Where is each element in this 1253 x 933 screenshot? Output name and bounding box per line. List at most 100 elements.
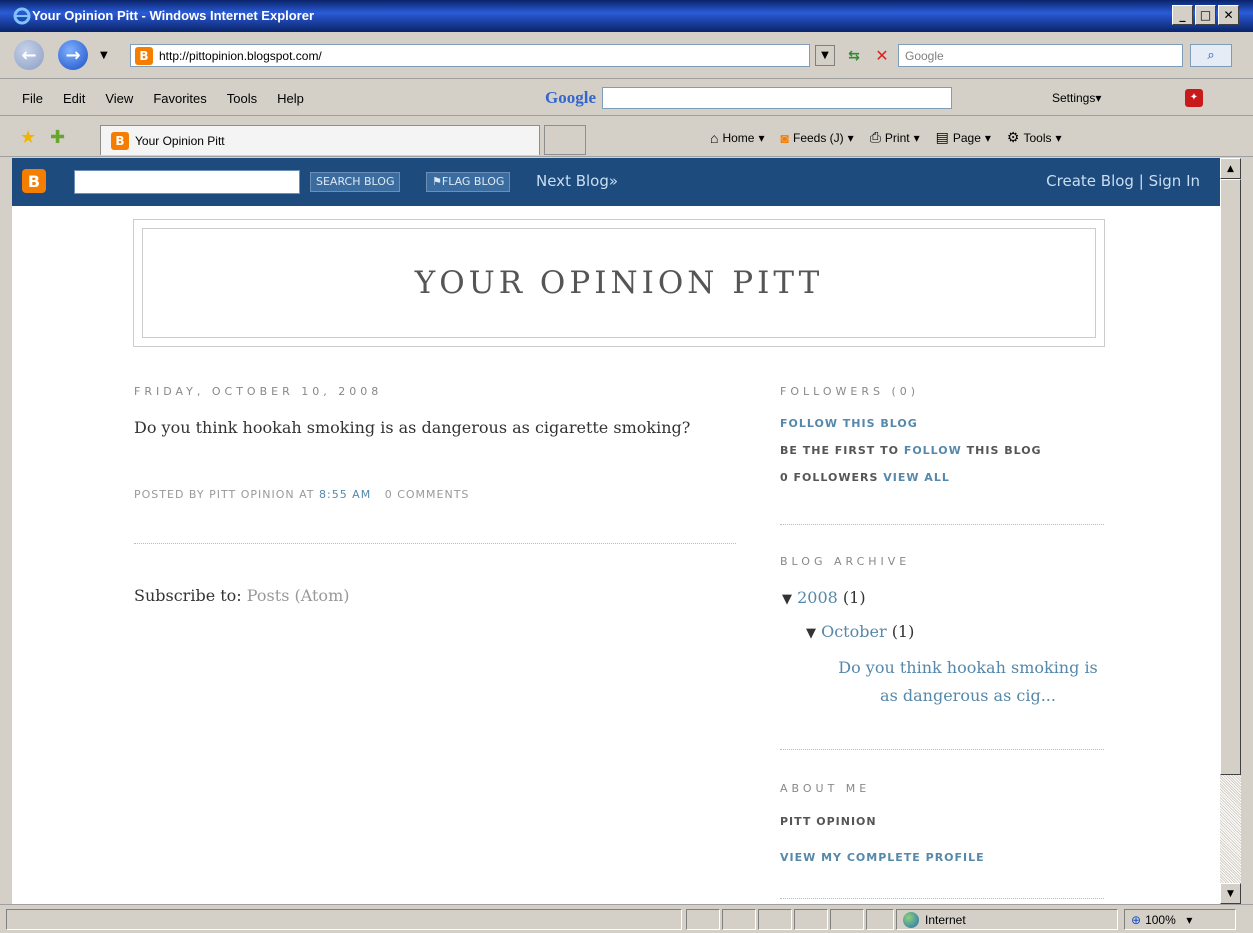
forward-arrow-icon: →: [65, 44, 81, 66]
search-blog-button[interactable]: SEARCH BLOG: [310, 172, 401, 192]
scroll-thumb[interactable]: [1220, 179, 1241, 775]
menu-file[interactable]: File: [22, 91, 43, 106]
status-cell: [686, 909, 720, 930]
triangle-down-icon[interactable]: ▼: [806, 626, 816, 641]
next-blog-link[interactable]: Next Blog»: [536, 172, 618, 190]
nav-separator: |: [1138, 172, 1144, 190]
home-button[interactable]: ⌂ Home ▾: [710, 130, 765, 146]
followers-count: 0 FOLLOWERS VIEW ALL: [780, 471, 950, 484]
google-search-input[interactable]: [602, 87, 952, 109]
triangle-down-icon[interactable]: ▼: [782, 592, 792, 607]
gear-icon: ⚙: [1006, 129, 1020, 145]
vertical-scrollbar[interactable]: ▲ ▼: [1220, 158, 1241, 904]
address-toolbar: ← → ▼ B http://pittopinion.blogspot.com/…: [0, 32, 1253, 79]
print-button[interactable]: ⎙ Print ▾: [870, 129, 920, 146]
history-dropdown-icon[interactable]: ▼: [100, 50, 108, 61]
status-bar: Internet ⊕ 100% ▾: [0, 904, 1253, 933]
archive-month-link[interactable]: October: [821, 622, 887, 641]
menu-view[interactable]: View: [105, 91, 133, 106]
refresh-icon: ⇆: [848, 47, 860, 64]
title-bar: Your Opinion Pitt - Windows Internet Exp…: [0, 0, 1253, 32]
post-divider: [134, 543, 736, 544]
view-all-link[interactable]: VIEW ALL: [883, 471, 950, 484]
add-favorite-icon[interactable]: ✚: [50, 127, 65, 148]
status-cell: [866, 909, 894, 930]
scroll-track[interactable]: [1220, 775, 1241, 883]
subscribe-atom-link[interactable]: Posts (Atom): [247, 586, 350, 605]
blogger-favicon-icon: B: [111, 131, 129, 150]
new-tab-button[interactable]: [544, 125, 586, 155]
window-controls: _ □ ✕: [1170, 5, 1239, 25]
about-name[interactable]: PITT OPINION: [780, 815, 877, 828]
refresh-button[interactable]: ⇆: [842, 44, 866, 67]
blogger-logo-icon[interactable]: B: [22, 169, 46, 193]
tools-button[interactable]: ⚙ Tools ▾: [1007, 129, 1062, 146]
minimize-button[interactable]: _: [1172, 5, 1193, 25]
archive-heading: BLOG ARCHIVE: [780, 555, 911, 568]
menu-edit[interactable]: Edit: [63, 91, 85, 106]
pdf-icon[interactable]: ✦: [1185, 89, 1203, 107]
menu-tools[interactable]: Tools: [227, 91, 257, 106]
create-blog-link[interactable]: Create Blog: [1046, 172, 1134, 190]
ie-logo-icon: [13, 7, 31, 25]
menu-help[interactable]: Help: [277, 91, 304, 106]
archive-post-link[interactable]: Do you think hookah smoking is as danger…: [828, 654, 1108, 710]
back-button[interactable]: ←: [14, 40, 44, 70]
back-arrow-icon: ←: [21, 44, 37, 66]
status-text: [6, 909, 682, 930]
zoom-icon: ⊕: [1131, 912, 1142, 927]
forward-button[interactable]: →: [58, 40, 88, 70]
flag-blog-button[interactable]: ⚑FLAG BLOG: [426, 172, 511, 192]
stop-button[interactable]: ✕: [870, 44, 894, 67]
window-title: Your Opinion Pitt - Windows Internet Exp…: [32, 8, 315, 23]
comments-link[interactable]: 0 COMMENTS: [385, 488, 470, 501]
view-profile-link[interactable]: VIEW MY COMPLETE PROFILE: [780, 851, 985, 864]
security-zone[interactable]: Internet: [896, 909, 1118, 930]
status-cell: [758, 909, 792, 930]
subscribe-line: Subscribe to: Posts (Atom): [134, 586, 349, 605]
maximize-button[interactable]: □: [1195, 5, 1216, 25]
follow-this-blog-link[interactable]: FOLLOW THIS BLOG: [780, 417, 918, 430]
post-date: FRIDAY, OCTOBER 10, 2008: [134, 385, 383, 398]
settings-button[interactable]: Settings▾: [1052, 91, 1101, 105]
feeds-button[interactable]: ◙ Feeds (J) ▾: [781, 130, 854, 146]
address-url: http://pittopinion.blogspot.com/: [159, 48, 322, 63]
favorites-star-icon[interactable]: ★: [20, 127, 36, 148]
address-input[interactable]: B http://pittopinion.blogspot.com/: [130, 44, 810, 67]
google-toolbar: Google: [545, 85, 952, 111]
scroll-up-button[interactable]: ▲: [1220, 158, 1241, 179]
scroll-down-button[interactable]: ▼: [1220, 883, 1241, 904]
tab-bar: ★ ✚ B Your Opinion Pitt ⌂ Home ▾ ◙ Feeds…: [0, 117, 1253, 157]
sidebar-divider: [780, 524, 1104, 525]
search-input[interactable]: Google: [898, 44, 1183, 67]
blog-header: YOUR OPINION PITT: [133, 219, 1105, 347]
search-button[interactable]: ⌕: [1190, 44, 1232, 67]
blogger-favicon-icon: B: [135, 46, 153, 65]
follow-link[interactable]: FOLLOW: [904, 444, 962, 457]
post-footer: POSTED BY PITT OPINION AT 8:55 AM 0 COMM…: [134, 488, 469, 501]
menu-favorites[interactable]: Favorites: [153, 91, 206, 106]
zone-label: Internet: [925, 912, 966, 927]
post-time-link[interactable]: 8:55 AM: [319, 488, 371, 501]
blog-title[interactable]: YOUR OPINION PITT: [415, 265, 824, 301]
archive-year-link[interactable]: 2008: [797, 588, 838, 607]
zoom-control[interactable]: ⊕ 100% ▾: [1124, 909, 1236, 930]
page-button[interactable]: ▤ Page ▾: [936, 129, 991, 146]
zoom-level: 100%: [1145, 912, 1176, 927]
archive-month: ▼ October (1): [806, 622, 915, 641]
posted-by: POSTED BY PITT OPINION AT: [134, 488, 315, 501]
followers-heading: FOLLOWERS (0): [780, 385, 920, 398]
address-dropdown-button[interactable]: ▼: [815, 45, 835, 66]
tab-your-opinion-pitt[interactable]: B Your Opinion Pitt: [100, 125, 540, 155]
stop-icon: ✕: [875, 46, 889, 65]
sidebar-divider: [780, 749, 1104, 750]
sign-in-link[interactable]: Sign In: [1149, 172, 1200, 190]
status-cell: [722, 909, 756, 930]
blogger-navbar: B SEARCH BLOG ⚑FLAG BLOG Next Blog» Crea…: [12, 158, 1220, 206]
close-button[interactable]: ✕: [1218, 5, 1239, 25]
blog-search-input[interactable]: [74, 170, 300, 194]
magnifier-icon: ⌕: [1207, 48, 1215, 63]
account-links: Create Blog | Sign In: [1046, 172, 1200, 190]
home-icon: ⌂: [710, 129, 719, 146]
sidebar-divider: [780, 898, 1104, 899]
